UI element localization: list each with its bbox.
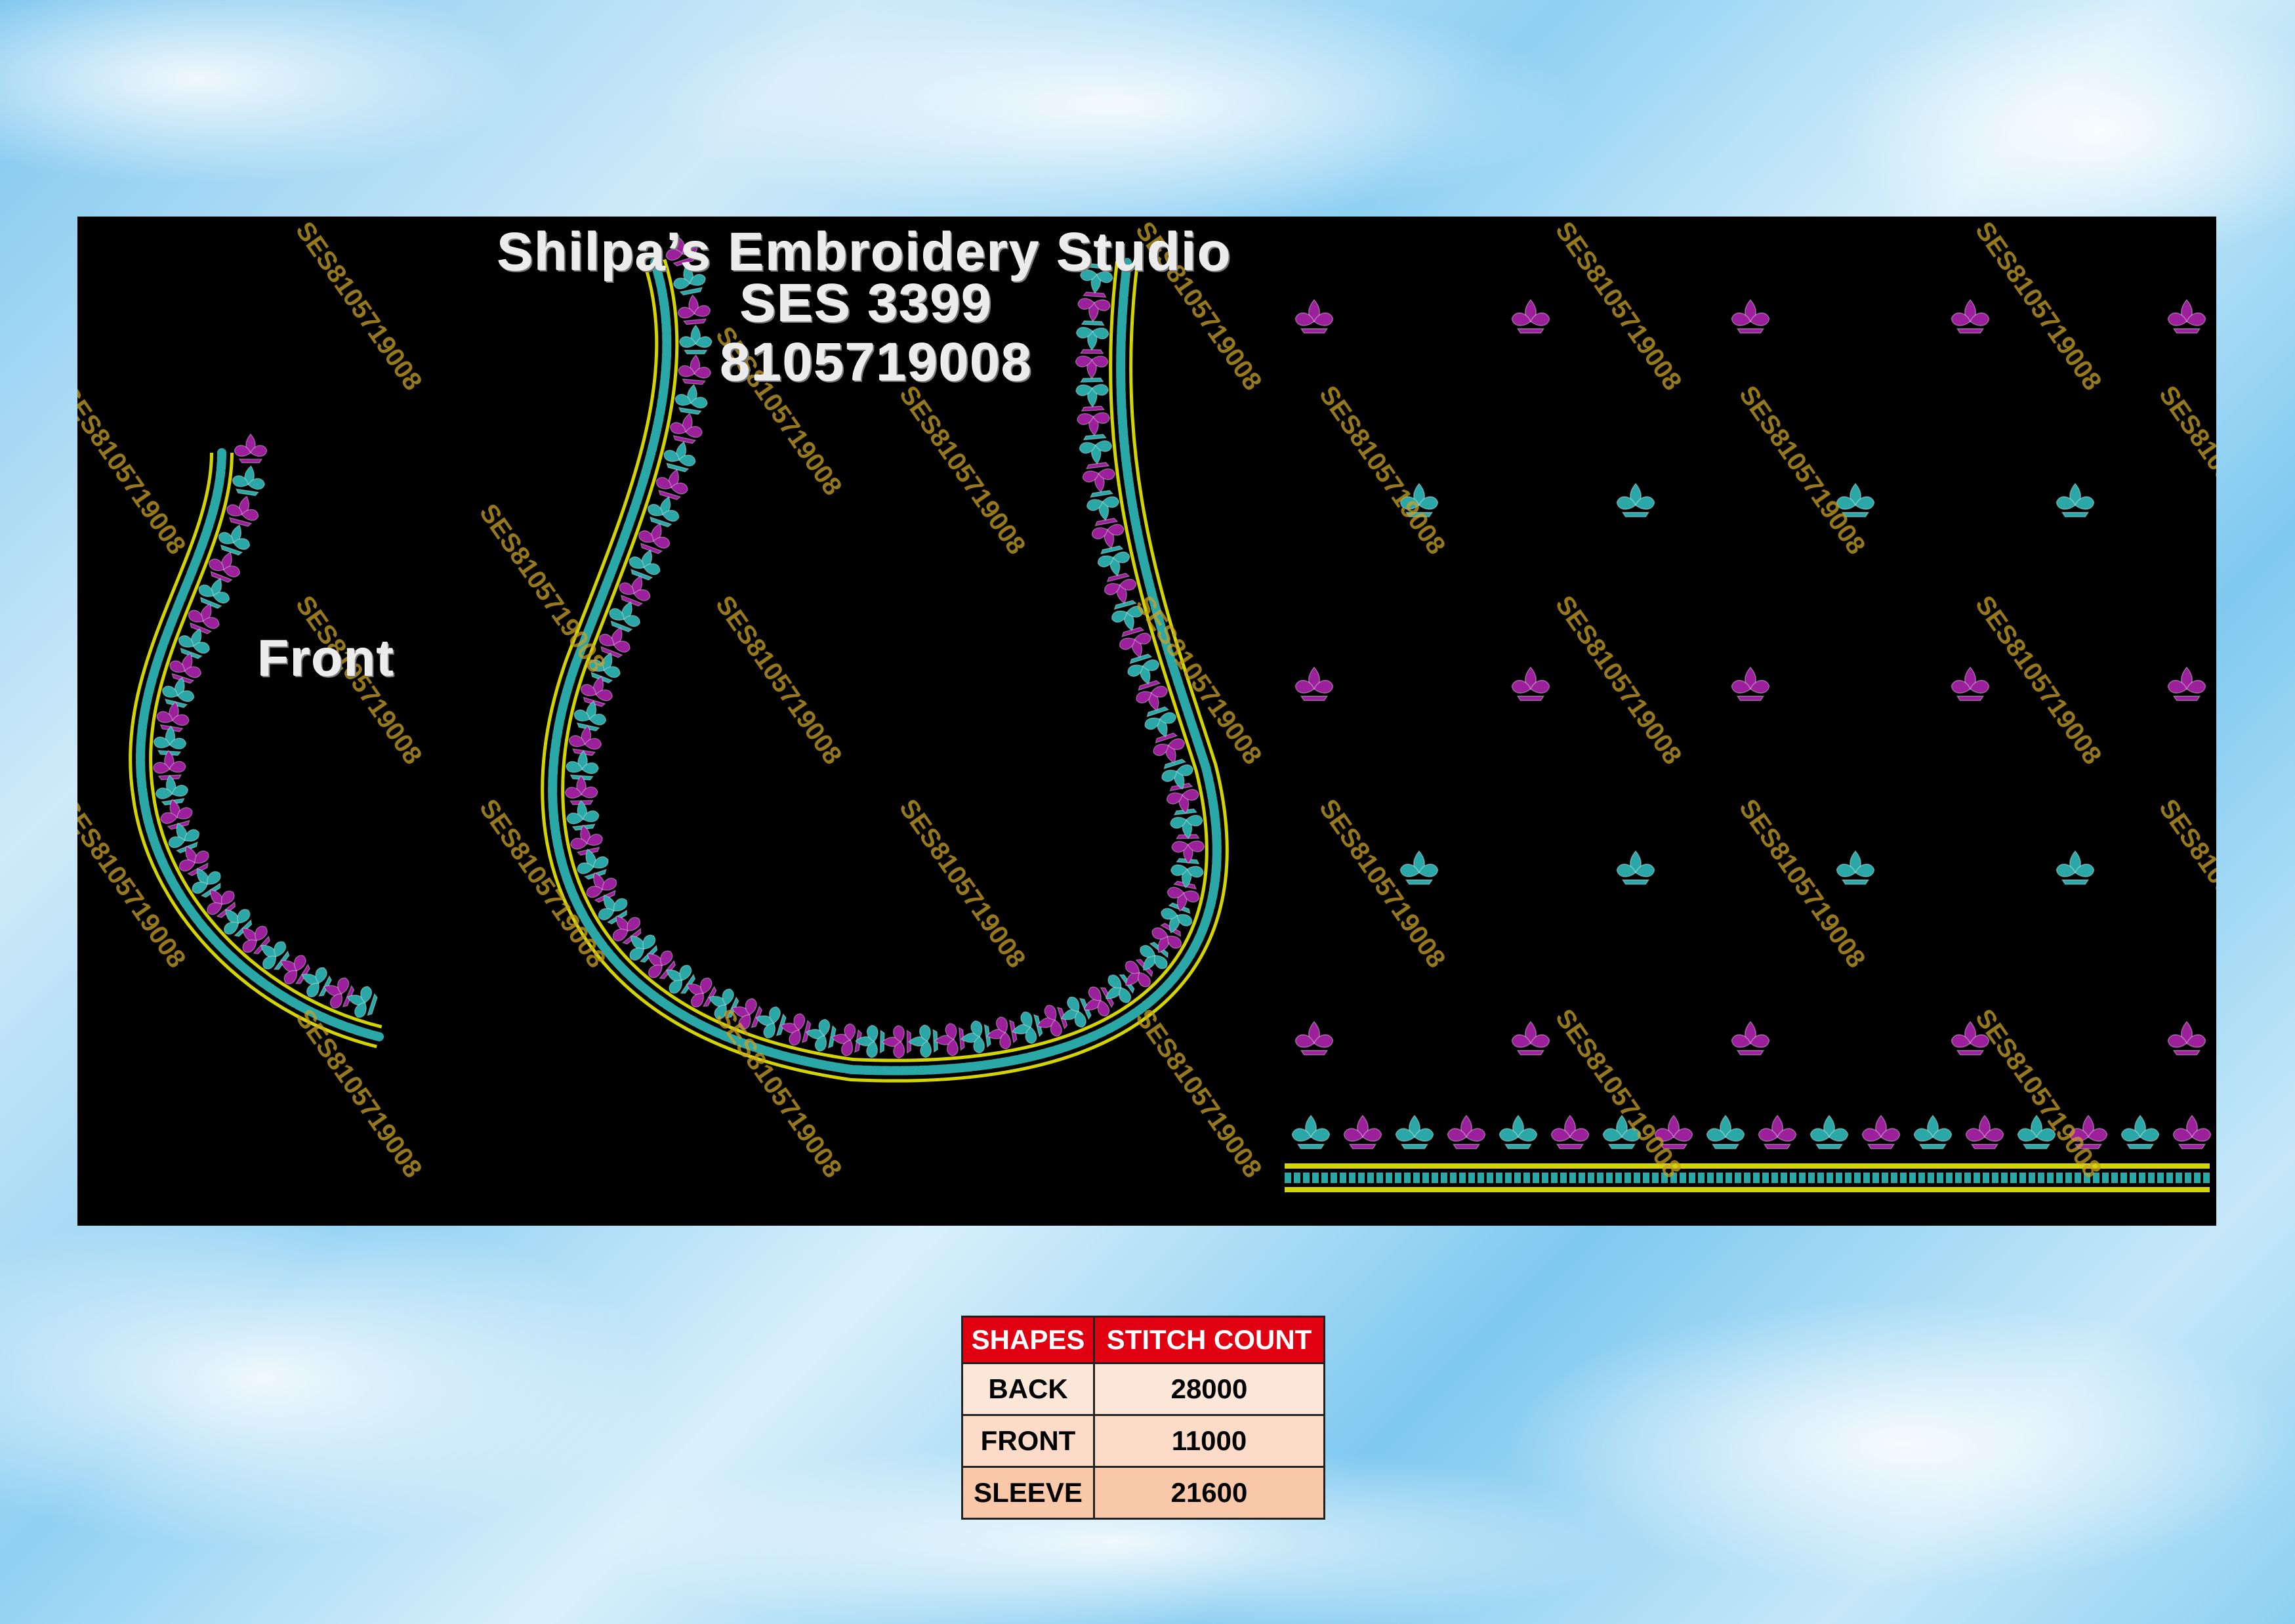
flower-motif	[1913, 1114, 1953, 1150]
flower-motif	[663, 441, 696, 472]
flower-motif	[1731, 1020, 1770, 1056]
flower-motif	[1294, 299, 1334, 334]
flower-motif	[674, 384, 708, 415]
flower-motif	[1086, 489, 1120, 521]
flower-motif	[1706, 1114, 1745, 1150]
flower-motif	[907, 1024, 938, 1058]
flower-motif	[1091, 518, 1125, 549]
count-cell: 11000	[1093, 1414, 1325, 1468]
header-stitch-count: STITCH COUNT	[1093, 1316, 1325, 1364]
flower-motif	[677, 294, 711, 325]
flower-motif	[2056, 482, 2095, 518]
flower-motif	[566, 750, 599, 781]
flower-motif	[1075, 320, 1109, 351]
flower-motif	[2120, 1114, 2160, 1150]
flower-motif	[678, 354, 712, 385]
flower-motif	[1294, 1020, 1334, 1056]
flower-motif	[232, 465, 266, 497]
flower-motif	[1758, 1114, 1797, 1150]
flower-motif	[1951, 299, 1990, 334]
flower-motif	[1511, 1020, 1550, 1056]
table-row: BACK 28000	[961, 1362, 1325, 1416]
flower-motif	[1731, 299, 1770, 334]
flower-motif	[1861, 1114, 1901, 1150]
flower-motif	[226, 495, 259, 527]
flower-motif	[1399, 850, 1439, 885]
flower-motif	[564, 775, 598, 806]
flower-motif	[670, 413, 703, 444]
flower-motif	[854, 1024, 885, 1058]
flower-motif	[1499, 1114, 1538, 1150]
flower-motif	[1511, 666, 1550, 701]
flower-motif	[2167, 666, 2206, 701]
flower-motif	[960, 1020, 991, 1054]
flower-motif	[1951, 666, 1990, 701]
flower-motif	[1616, 850, 1655, 885]
stitch-count-table: SHAPES STITCH COUNT BACK 28000 FRONT 110…	[961, 1316, 1325, 1520]
flower-motif	[2172, 1114, 2212, 1150]
design-code: SES 3399	[740, 274, 993, 333]
flower-motif	[234, 433, 268, 464]
flower-motif	[1511, 299, 1550, 334]
flower-motif	[1836, 850, 1875, 885]
flower-motif	[153, 725, 187, 757]
table-row: SLEEVE 21600	[961, 1466, 1325, 1520]
shape-cell: FRONT	[961, 1414, 1095, 1468]
flower-motif	[2167, 1020, 2206, 1056]
flower-motif	[1550, 1114, 1590, 1150]
count-cell: 21600	[1093, 1466, 1325, 1520]
flower-motif	[2167, 299, 2206, 334]
flower-motif	[1097, 545, 1130, 577]
table-row: FRONT 11000	[961, 1414, 1325, 1468]
flower-motif	[678, 324, 713, 355]
flower-motif	[1075, 377, 1109, 408]
front-label: Front	[258, 629, 396, 687]
embroidery-design-panel: SES8105719008 SES8105719008 SES8105719008 S…	[77, 217, 2216, 1226]
flower-motif	[1616, 482, 1655, 518]
flower-motif	[1170, 808, 1203, 839]
flower-motif	[2056, 850, 2095, 885]
shape-cell: BACK	[961, 1362, 1095, 1416]
table-header-row: SHAPES STITCH COUNT	[961, 1316, 1325, 1364]
phone-number: 8105719008	[720, 333, 1033, 392]
flower-motif	[1075, 349, 1109, 379]
flower-motif	[1079, 434, 1113, 465]
header-shapes: SHAPES	[961, 1316, 1095, 1364]
flower-motif	[986, 1016, 1018, 1050]
flower-motif	[1291, 1114, 1331, 1150]
count-cell: 28000	[1093, 1362, 1325, 1416]
flower-motif	[1077, 406, 1110, 436]
flower-motif	[881, 1025, 912, 1059]
flower-motif	[1343, 1114, 1382, 1150]
flower-motif	[1731, 666, 1770, 701]
flower-motif	[1965, 1114, 2004, 1150]
flower-motif	[1809, 1114, 1849, 1150]
flower-motif	[1077, 291, 1111, 322]
shape-cell: SLEEVE	[961, 1466, 1095, 1520]
flower-motif	[1294, 666, 1334, 701]
flower-motif	[1447, 1114, 1486, 1150]
flower-motif	[1395, 1114, 1434, 1150]
flower-motif	[934, 1023, 965, 1056]
flower-motif	[1082, 462, 1116, 493]
